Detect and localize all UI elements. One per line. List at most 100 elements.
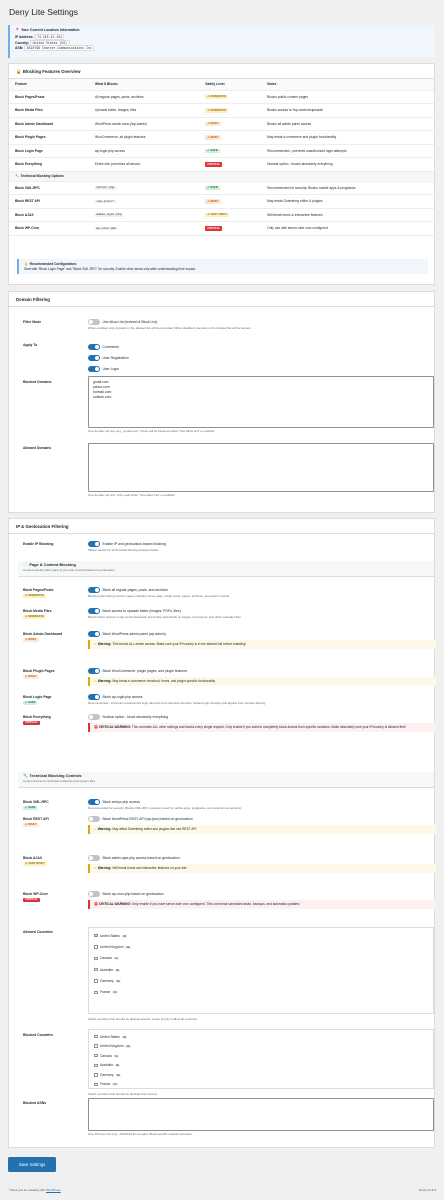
- table-row: Block Media Files Uploads folder, images,…: [9, 103, 434, 118]
- safety-badge: ✔ SAFE: [23, 700, 38, 706]
- country-option[interactable]: Canada CA: [94, 953, 428, 964]
- safety-badge: ⚠ MODERATE: [205, 94, 229, 100]
- save-settings-button[interactable]: Save Settings: [8, 1157, 56, 1172]
- endpoint-code: wp-cron.php: [95, 226, 118, 231]
- country-code: DE: [115, 979, 121, 983]
- wordpress-link[interactable]: WordPress: [46, 1188, 61, 1192]
- blocking-overview-card: 🔒 Blocking Features Overview Feature What …: [8, 63, 435, 285]
- filter-mode-label: Filter Mode: [23, 320, 42, 324]
- apply-registration-toggle[interactable]: [88, 355, 100, 362]
- safety-badge: CRITICAL: [23, 897, 40, 903]
- setting-label: Block Admin Dashboard ⚠ RISKY: [23, 632, 63, 643]
- country-code: CA: [113, 1054, 119, 1058]
- lightbulb-icon: 💡: [24, 262, 29, 266]
- safety-badge: ⚠ MODERATE: [23, 593, 46, 599]
- footer-version: Version 6.8.3: [418, 1188, 436, 1192]
- setting-toggle[interactable]: [88, 855, 100, 861]
- ip-geolocation-card: IP & Geolocation Filtering Enable IP Blo…: [8, 518, 436, 1148]
- safety-badge: ⚠ RISKY: [205, 135, 222, 140]
- country-option[interactable]: Germany DE: [94, 1071, 428, 1081]
- recommended-config-notice: 💡 Recommended Configuration: Start with "…: [17, 259, 428, 274]
- safety-badge: ⚠ RISKY: [23, 637, 39, 643]
- safety-badge: ✔ SAFE: [205, 148, 220, 154]
- apply-login-toggle[interactable]: [88, 366, 100, 373]
- safety-badge: CRITICAL: [23, 720, 40, 726]
- setting-toggle[interactable]: [88, 694, 100, 700]
- table-row: Block Admin Dashboard WordPress admin are…: [9, 117, 434, 131]
- endpoint-code: /wp-json/*: [95, 199, 116, 204]
- country-option[interactable]: France FR: [94, 1080, 428, 1090]
- domain-filtering-card: Domain Filtering Filter Mode Use Allow L…: [8, 291, 435, 513]
- setting-toggle[interactable]: [88, 668, 100, 674]
- endpoint-code: admin-ajax.php: [95, 213, 123, 217]
- warning-notice: ⚠ Warning: May affect Gutenberg editor a…: [88, 824, 436, 834]
- warning-notice: ⚠ Warning: This blocks ALL admin access.…: [88, 639, 436, 649]
- country-checkbox[interactable]: [94, 1034, 98, 1039]
- setting-label: Block Media Files ⚠ MODERATE: [23, 609, 52, 620]
- country-checkbox[interactable]: [94, 1073, 98, 1077]
- setting-toggle[interactable]: [88, 587, 100, 593]
- country-checkbox[interactable]: [94, 979, 98, 983]
- domain-filtering-heading: Domain Filtering: [9, 292, 434, 307]
- safety-badge: ⚠ VERY RISKY: [205, 212, 230, 218]
- blocked-domains-label: Blocked Domains: [23, 380, 52, 384]
- wrench-icon: 🔧: [23, 773, 28, 778]
- allowed-domains-textarea[interactable]: [88, 443, 434, 492]
- table-row: Block WP-Cron wp-cron.php CRITICAL Only use…: [9, 221, 434, 236]
- filter-mode-toggle[interactable]: [88, 319, 100, 325]
- setting-toggle[interactable]: [88, 714, 100, 720]
- safety-badge: CRITICAL: [205, 162, 223, 167]
- blocked-asns-label: Blocked ASNs: [23, 1101, 47, 1105]
- country-checkbox[interactable]: [94, 1082, 98, 1087]
- safety-badge: ✔ SAFE: [23, 805, 38, 811]
- country-option[interactable]: United Kingdom GB: [94, 942, 428, 953]
- country-checkbox[interactable]: [94, 933, 98, 938]
- blocking-overview-table: Feature What It Blocks Safety Level Notes Bl…: [9, 79, 434, 236]
- country-option[interactable]: United Kingdom GB: [94, 1042, 428, 1052]
- safety-badge: ⚠ RISKY: [205, 199, 222, 204]
- enable-ip-toggle[interactable]: [88, 541, 100, 547]
- country-option[interactable]: Canada CA: [94, 1052, 428, 1062]
- setting-toggle[interactable]: [88, 816, 100, 822]
- safety-badge: ⚠ RISKY: [23, 674, 39, 680]
- page-title: Deny Lite Settings: [9, 7, 78, 17]
- country-option[interactable]: France FR: [94, 987, 428, 998]
- table-row: Block Plugin Pages WooCommerce, all plugi…: [9, 130, 434, 145]
- country-option[interactable]: Australia AU: [94, 965, 428, 976]
- wrench-icon: 🔧: [15, 173, 20, 178]
- country-option[interactable]: United StatesUS: [94, 931, 428, 942]
- location-pin-icon: 📍: [15, 28, 20, 32]
- table-row: Block AJAX admin-ajax.php ⚠ VERY RISKY Will…: [9, 208, 434, 222]
- allowed-countries-label: Allowed Countries: [23, 930, 53, 934]
- safety-badge: ⚠ MODERATE: [205, 108, 229, 113]
- safety-badge: ⚠ MODERATE: [23, 614, 46, 620]
- country-option[interactable]: Australia AU: [94, 1061, 428, 1071]
- technical-section: 🔧 Technical Blocking Controls Control acc…: [18, 772, 434, 788]
- blocked-domains-textarea[interactable]: gmail.com yahoo.com hotmail.com outlook.…: [88, 376, 434, 428]
- setting-toggle[interactable]: [88, 631, 100, 637]
- country-checkbox[interactable]: [94, 1063, 98, 1068]
- country-checkbox[interactable]: [94, 967, 98, 972]
- warning-notice: ⚠ Warning: May break e-commerce checkout…: [88, 676, 436, 686]
- country-checkbox[interactable]: [94, 945, 98, 949]
- country-option[interactable]: United StatesUS: [94, 1033, 428, 1043]
- apply-comments-toggle[interactable]: [88, 344, 100, 351]
- country-checkbox[interactable]: [94, 1044, 98, 1048]
- country-code: CA: [113, 957, 119, 961]
- country-option[interactable]: Germany DE: [94, 976, 428, 987]
- setting-toggle[interactable]: [88, 608, 100, 614]
- country-checkbox[interactable]: [94, 990, 98, 995]
- country-code: GB: [125, 1045, 131, 1049]
- setting-toggle[interactable]: [88, 799, 100, 805]
- country-checkbox[interactable]: [94, 1053, 98, 1058]
- location-info-notice: 📍 Your Current Location Information IP Ad…: [8, 25, 435, 58]
- country-code: GB: [125, 945, 131, 949]
- country-checkbox[interactable]: [94, 956, 98, 961]
- allowed-countries-list: United StatesUSUnited KingdomGBCanadaCAA…: [88, 927, 434, 1014]
- critical-notice: ⛔ CRITICAL WARNING: Only enable if you h…: [88, 899, 436, 910]
- blocking-overview-heading: 🔒 Blocking Features Overview: [9, 64, 434, 79]
- endpoint-code: xmlrpc.php: [95, 186, 116, 190]
- setting-toggle[interactable]: [88, 891, 100, 897]
- blocked-asns-textarea[interactable]: [88, 1098, 434, 1131]
- critical-notice: ⛔ CRITICAL WARNING: This overrides ALL o…: [88, 722, 436, 733]
